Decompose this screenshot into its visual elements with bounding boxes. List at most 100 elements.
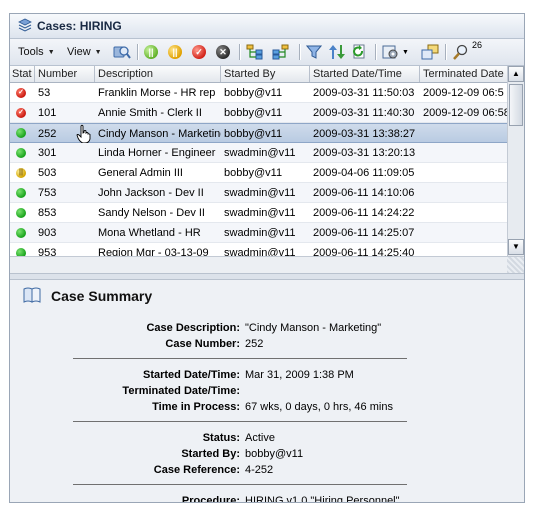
configure-button[interactable]: ▼ (382, 43, 409, 61)
summary-field-label: Case Description: (146, 322, 240, 334)
sort-button[interactable] (328, 43, 346, 61)
started-by-cell: bobby@v11 (224, 167, 283, 179)
description-cell: Annie Smith - Clerk II (98, 107, 202, 119)
table-row[interactable]: 252 Cindy Manson - Marketing bobby@v11 2009… (10, 123, 507, 144)
summary-field-value: bobby@v11 (245, 448, 304, 460)
tools-menu[interactable]: Tools ▼ (18, 43, 55, 61)
summary-field: Status: Active (10, 430, 524, 446)
started-date-cell: 2009-04-06 11:09:05 (313, 167, 415, 179)
refresh-button[interactable] (352, 43, 370, 61)
started-date-cell: 2009-03-31 11:40:30 (313, 107, 415, 119)
cases-table: Stat Number Description Started By Start… (10, 66, 524, 274)
filter-button[interactable] (306, 43, 322, 61)
scroll-up-button[interactable]: ▲ (508, 66, 524, 82)
summary-field-label: Case Number: (165, 338, 240, 350)
scroll-thumb[interactable] (509, 84, 523, 126)
scroll-down-button[interactable]: ▼ (508, 239, 524, 255)
summary-field-value: "Cindy Manson - Marketing" (245, 322, 382, 334)
table-row[interactable]: ✓ 53 Franklin Morse - HR rep bobby@v11 2009-… (10, 83, 507, 103)
description-cell: John Jackson - Dev II (98, 187, 204, 199)
table-row[interactable]: 301 Linda Horner - Engineer swadmin@v11 200… (10, 143, 507, 163)
view-caret-icon: ▼ (94, 48, 102, 56)
table-row[interactable]: 903 Mona Whetland - HR swadmin@v11 2009-06-… (10, 223, 507, 243)
status-yellow-icon: || (16, 167, 26, 178)
toolbar: Tools ▼ View ▼ || || ✓ ✕ ▼ 26 (10, 39, 524, 66)
terminated-date-cell: 2009-12-09 06:5 (423, 87, 504, 99)
summary-field: Case Description: "Cindy Manson - Marketi… (10, 320, 524, 336)
toolbar-separator (137, 44, 139, 60)
summary-field: Time in Process: 67 wks, 0 days, 0 hrs, 4… (10, 399, 524, 415)
started-by-cell: bobby@v11 (224, 87, 283, 99)
status-cell: ✓ (10, 103, 35, 122)
case-number-cell: 503 (38, 167, 57, 179)
terminated-date-cell (420, 203, 507, 222)
summary-field-label: Procedure: (181, 495, 240, 503)
table-row[interactable]: || 503 General Admin III bobby@v11 2009-04-0… (10, 163, 507, 183)
started-date-cell: 2009-06-11 14:24:22 (313, 207, 415, 219)
terminated-date-cell (420, 143, 507, 162)
summary-title: Case Summary (51, 288, 153, 304)
search-result-count: 26 (472, 40, 483, 50)
tree-expand-icon (246, 44, 263, 60)
column-header-description[interactable]: Description (95, 66, 221, 82)
table-row[interactable]: 753 John Jackson - Dev II swadmin@v11 2009-… (10, 183, 507, 203)
window-title: Cases: HIRING (37, 19, 122, 33)
status-green-icon (16, 227, 26, 238)
delete-case-button[interactable]: ✕ (216, 43, 230, 61)
summary-field-label: Case Reference: (153, 464, 240, 476)
close-case-button[interactable]: ✓ (192, 43, 206, 61)
sort-icon (329, 45, 345, 59)
suspend-button[interactable]: || (168, 43, 182, 61)
delete-case-icon: ✕ (216, 45, 230, 59)
status-cell: || (10, 163, 35, 182)
summary-field-value: 67 wks, 0 days, 0 hrs, 46 mins (245, 401, 393, 413)
status-green-icon (16, 207, 26, 218)
column-header-started-by[interactable]: Started By (221, 66, 310, 82)
pane-splitter[interactable] (10, 273, 524, 280)
started-date-cell: 2009-03-31 11:50:03 (313, 87, 415, 99)
table-row[interactable]: 853 Sandy Nelson - Dev II swadmin@v11 2009-… (10, 203, 507, 223)
tools-menu-label: Tools (18, 46, 44, 58)
started-by-cell: swadmin@v11 (224, 207, 296, 219)
expand-tree-button[interactable] (246, 43, 264, 61)
case-number-cell: 301 (38, 147, 57, 159)
export-icon (421, 44, 439, 60)
column-header-started-date[interactable]: Started Date/Time (310, 66, 420, 82)
collapse-tree-button[interactable] (272, 43, 290, 61)
search-button[interactable] (453, 43, 469, 61)
status-cell (10, 143, 35, 162)
table-body: ✓ 53 Franklin Morse - HR rep bobby@v11 2009-… (10, 83, 507, 263)
description-cell: Cindy Manson - Marketing (98, 128, 221, 140)
configure-caret-icon: ▼ (402, 48, 409, 56)
summary-field-label: Started Date/Time: (143, 369, 240, 381)
column-header-terminated-date[interactable]: Terminated Date (420, 66, 507, 82)
summary-divider (73, 484, 407, 485)
export-button[interactable] (421, 43, 439, 61)
resume-button[interactable]: || (144, 43, 158, 61)
horizontal-scroll-track[interactable] (10, 257, 507, 273)
column-header-status[interactable]: Stat (10, 66, 35, 82)
status-red-icon: ✓ (16, 87, 26, 98)
description-cell: Linda Horner - Engineer (98, 147, 216, 159)
terminated-date-cell (420, 223, 507, 242)
table-row[interactable]: ✓ 101 Annie Smith - Clerk II bobby@v11 2009-… (10, 103, 507, 123)
view-menu[interactable]: View ▼ (67, 43, 102, 61)
case-number-cell: 53 (38, 87, 51, 99)
vertical-scrollbar[interactable]: ▲ ▼ (507, 66, 524, 256)
case-number-cell: 101 (38, 107, 57, 119)
summary-field-label: Terminated Date/Time: (122, 385, 240, 397)
summary-field-label: Status: (202, 432, 240, 444)
book-icon (23, 287, 41, 303)
find-cases-icon (113, 46, 131, 59)
find-cases-button[interactable] (113, 43, 131, 61)
suspend-icon: || (168, 45, 182, 59)
summary-field: Procedure: HIRING v1.0 "Hiring Personnel" (10, 493, 524, 503)
horizontal-scrollbar[interactable] (10, 256, 524, 274)
started-by-cell: swadmin@v11 (224, 187, 296, 199)
column-header-number[interactable]: Number (35, 66, 95, 82)
description-cell: Franklin Morse - HR rep (98, 87, 216, 99)
close-case-icon: ✓ (192, 45, 206, 59)
toolbar-separator (445, 44, 447, 60)
case-number-cell: 753 (38, 187, 57, 199)
status-green-icon (16, 128, 26, 138)
